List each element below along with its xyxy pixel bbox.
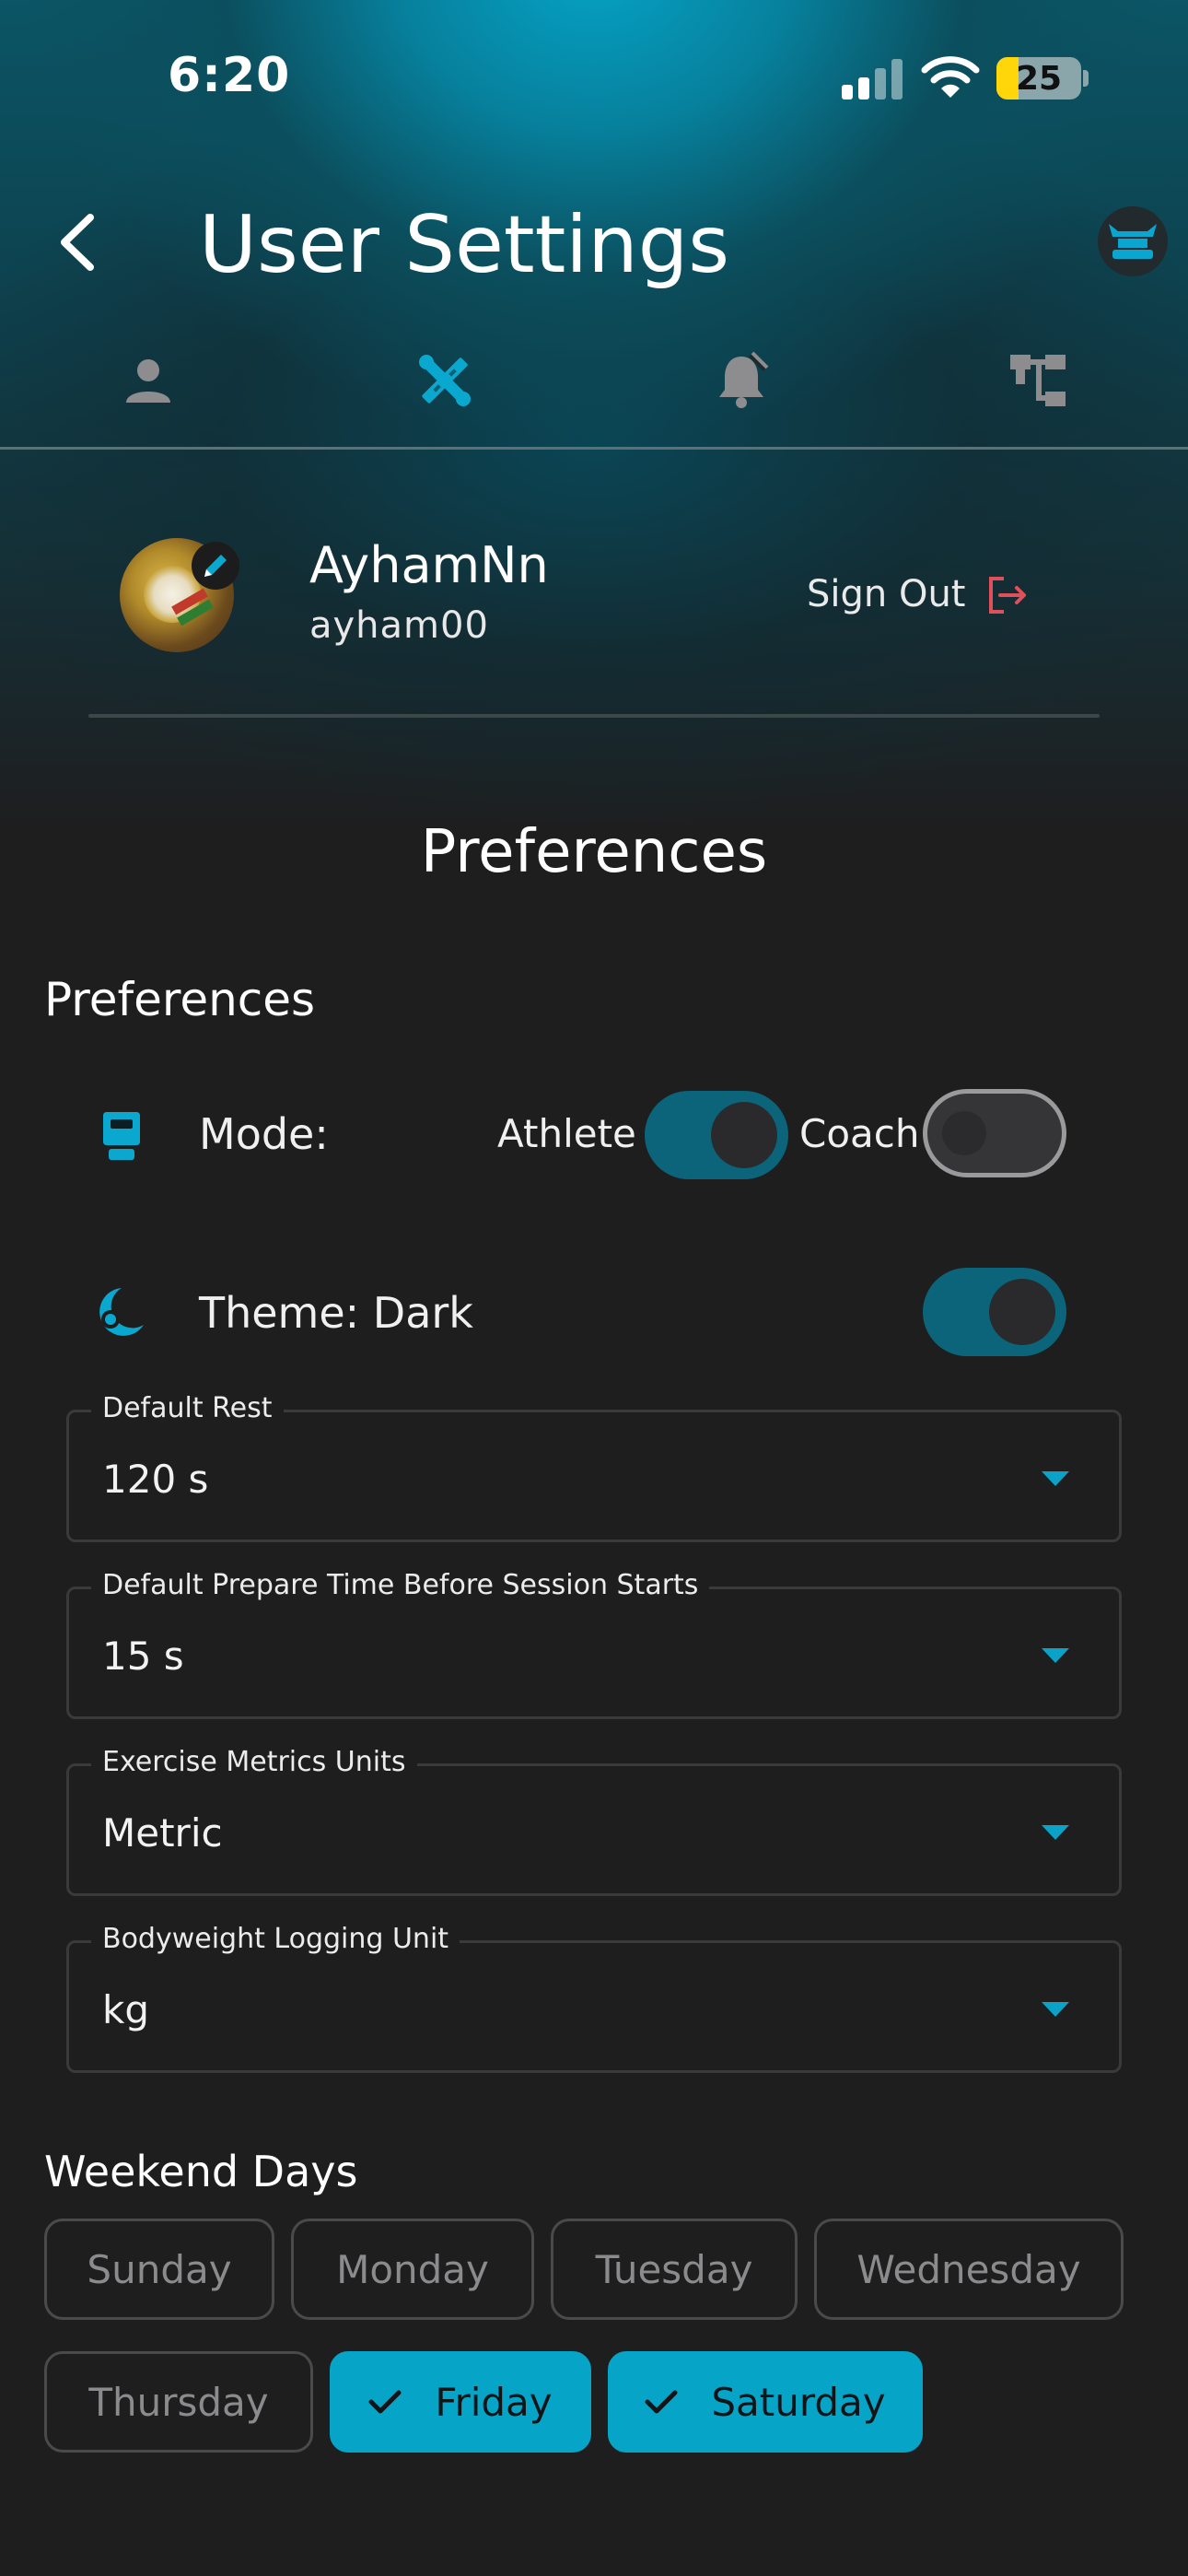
chevron-left-icon bbox=[61, 214, 94, 271]
day-chip-friday[interactable]: Friday bbox=[330, 2351, 591, 2453]
coach-label: Coach bbox=[799, 1111, 920, 1156]
day-chip-wednesday[interactable]: Wednesday bbox=[814, 2219, 1124, 2320]
welding-mask-icon bbox=[94, 1107, 149, 1163]
cellular-signal-icon bbox=[842, 57, 904, 100]
sign-out-button[interactable]: Sign Out bbox=[807, 573, 965, 615]
field-value: 120 s bbox=[102, 1457, 209, 1502]
athlete-toggle[interactable] bbox=[645, 1091, 788, 1179]
check-icon bbox=[368, 2388, 402, 2416]
metrics-units-select[interactable]: Exercise Metrics Units Metric bbox=[66, 1746, 1122, 1896]
caret-down-icon bbox=[1042, 2002, 1069, 2017]
hierarchy-icon bbox=[1010, 355, 1066, 406]
caret-down-icon bbox=[1042, 1825, 1069, 1840]
theme-toggle[interactable] bbox=[923, 1268, 1066, 1356]
battery-tip bbox=[1083, 70, 1089, 87]
day-chip-saturday[interactable]: Saturday bbox=[608, 2351, 923, 2453]
day-label: Sunday bbox=[87, 2246, 232, 2292]
back-button[interactable] bbox=[53, 210, 105, 275]
person-icon bbox=[126, 359, 170, 403]
mode-label: Mode: bbox=[199, 1109, 329, 1159]
weekend-days-title: Weekend Days bbox=[44, 2147, 358, 2196]
wifi-icon bbox=[921, 55, 980, 100]
field-value: 15 s bbox=[102, 1633, 184, 1679]
tab-divider bbox=[0, 447, 1188, 450]
field-label: Default Rest bbox=[91, 1392, 284, 1424]
caret-down-icon bbox=[1042, 1648, 1069, 1663]
field-label: Bodyweight Logging Unit bbox=[91, 1923, 460, 1955]
day-chip-thursday[interactable]: Thursday bbox=[44, 2351, 313, 2453]
field-label: Default Prepare Time Before Session Star… bbox=[91, 1569, 710, 1601]
check-icon bbox=[645, 2388, 678, 2416]
day-label: Friday bbox=[435, 2379, 553, 2425]
day-label: Saturday bbox=[711, 2379, 886, 2425]
prepare-time-select[interactable]: Default Prepare Time Before Session Star… bbox=[66, 1569, 1122, 1719]
theme-label: Theme: Dark bbox=[199, 1288, 473, 1338]
app-logo-icon[interactable] bbox=[1098, 206, 1168, 276]
day-chip-monday[interactable]: Monday bbox=[291, 2219, 534, 2320]
field-label: Exercise Metrics Units bbox=[91, 1746, 417, 1778]
tab-profile[interactable] bbox=[116, 348, 181, 413]
default-rest-select[interactable]: Default Rest 120 s bbox=[66, 1392, 1122, 1542]
tab-hierarchy[interactable] bbox=[1006, 348, 1070, 413]
field-value: Metric bbox=[102, 1810, 223, 1856]
profile-username: ayham00 bbox=[309, 604, 489, 647]
caret-down-icon bbox=[1042, 1471, 1069, 1486]
status-time: 6:20 bbox=[168, 48, 291, 103]
battery-icon: 25 bbox=[996, 57, 1081, 100]
day-label: Thursday bbox=[88, 2379, 269, 2425]
coach-toggle[interactable] bbox=[923, 1089, 1066, 1177]
athlete-label: Athlete bbox=[497, 1111, 636, 1156]
battery-level: 25 bbox=[1015, 60, 1063, 98]
profile-name: AyhamNn bbox=[309, 536, 549, 594]
day-chip-sunday[interactable]: Sunday bbox=[44, 2219, 274, 2320]
preferences-heading: Preferences bbox=[420, 818, 768, 886]
page-title: User Settings bbox=[199, 199, 730, 291]
field-value: kg bbox=[102, 1987, 149, 2032]
day-label: Monday bbox=[336, 2246, 489, 2292]
bodyweight-unit-select[interactable]: Bodyweight Logging Unit kg bbox=[66, 1923, 1122, 2073]
day-chip-tuesday[interactable]: Tuesday bbox=[551, 2219, 798, 2320]
preferences-section-title: Preferences bbox=[44, 973, 316, 1026]
profile-divider bbox=[88, 714, 1100, 718]
pencil-icon bbox=[204, 555, 227, 577]
moon-icon bbox=[90, 1284, 146, 1340]
tab-tools[interactable] bbox=[413, 348, 477, 413]
tools-icon bbox=[419, 355, 471, 406]
tab-notifications[interactable] bbox=[709, 348, 774, 413]
edit-avatar-button[interactable] bbox=[192, 542, 239, 590]
day-label: Tuesday bbox=[595, 2246, 753, 2292]
notification-bell-icon bbox=[719, 351, 769, 408]
day-label: Wednesday bbox=[856, 2246, 1081, 2292]
header-background bbox=[0, 0, 1188, 829]
sign-out-icon[interactable] bbox=[985, 573, 1030, 617]
